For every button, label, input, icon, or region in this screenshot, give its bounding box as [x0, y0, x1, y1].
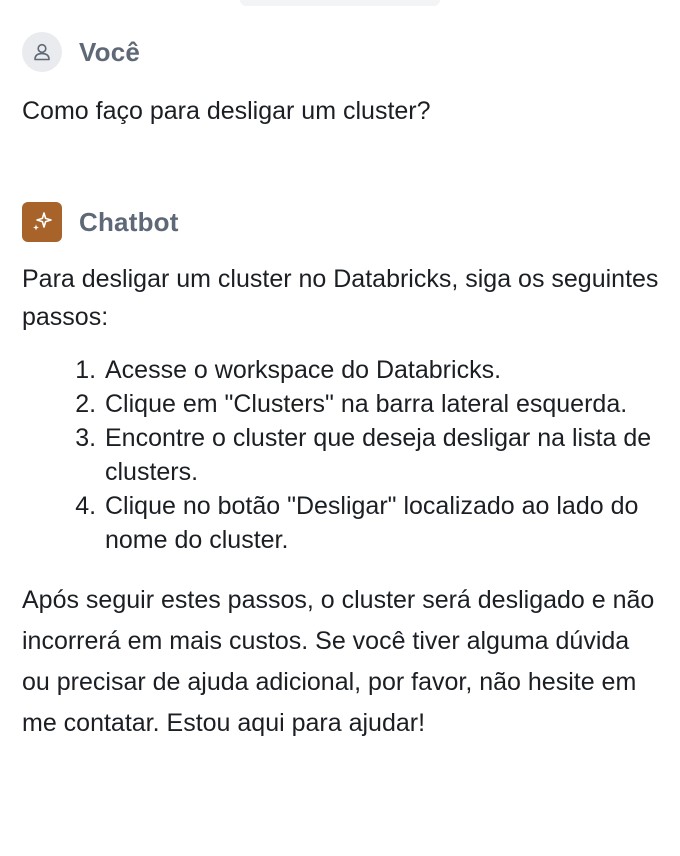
- user-icon: [34, 43, 50, 61]
- bot-author-name: Chatbot: [79, 206, 179, 237]
- user-author-name: Você: [79, 36, 141, 67]
- scroll-fade: [240, 0, 440, 6]
- list-item: Encontre o cluster que deseja desligar n…: [103, 421, 662, 489]
- bot-message-body: Para desligar um cluster no Databricks, …: [22, 260, 662, 744]
- steps-list: Acesse o workspace do Databricks. Clique…: [22, 353, 662, 557]
- bot-avatar: [22, 202, 62, 242]
- user-message-text: Como faço para desligar um cluster?: [22, 97, 431, 125]
- bot-message-header: Chatbot: [22, 202, 179, 242]
- sparkle-icon: [33, 212, 52, 231]
- bot-outro-text: Após seguir estes passos, o cluster será…: [22, 586, 655, 737]
- list-item: Clique no botão "Desligar" localizado ao…: [103, 489, 662, 557]
- user-message-header: Você: [22, 32, 140, 72]
- list-item: Clique em "Clusters" na barra lateral es…: [103, 387, 662, 421]
- user-avatar: [22, 32, 62, 72]
- bot-intro-text: Para desligar um cluster no Databricks, …: [22, 265, 659, 331]
- list-item: Acesse o workspace do Databricks.: [103, 353, 662, 387]
